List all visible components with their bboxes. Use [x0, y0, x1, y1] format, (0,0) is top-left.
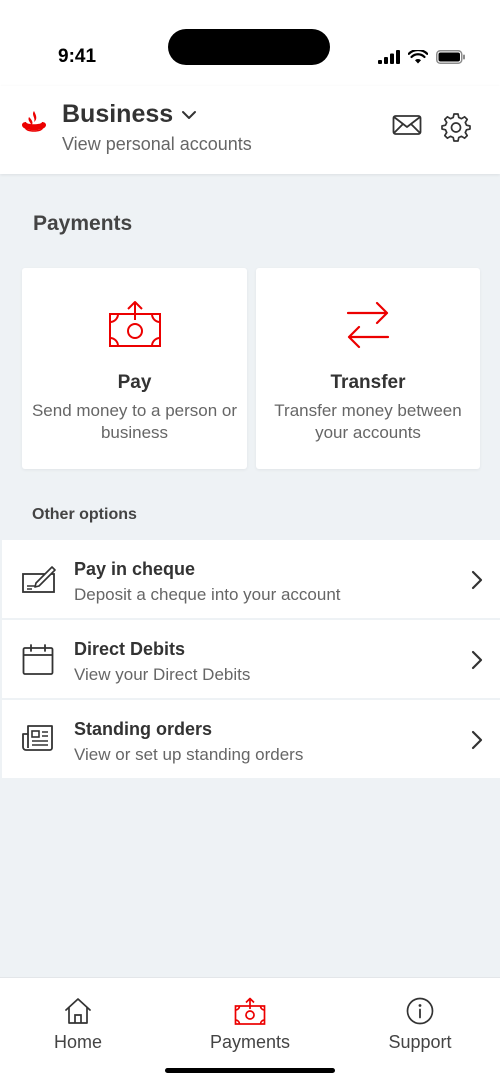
wifi-icon [408, 50, 428, 64]
other-options-title: Other options [32, 506, 137, 523]
transfer-card-title: Transfer [330, 372, 406, 393]
standing-order-icon [22, 724, 54, 757]
chevron-right-icon [471, 650, 483, 675]
status-time: 9:41 [58, 46, 97, 67]
nav-label-payments: Payments [209, 1032, 291, 1052]
nav-label-support: Support [388, 1032, 452, 1052]
transfer-card[interactable]: Transfer Transfer money between your acc… [256, 268, 480, 469]
view-personal-link[interactable]: View personal accounts [62, 134, 252, 155]
other-options-list: Pay in cheque Deposit a cheque into your… [2, 540, 500, 780]
status-icons [378, 50, 466, 64]
home-indicator [165, 1068, 335, 1073]
status-bar: 9:41 [0, 0, 500, 86]
pay-in-cheque-title: Pay in cheque [74, 559, 196, 579]
battery-icon [436, 50, 465, 64]
account-switcher[interactable]: Business [62, 100, 197, 129]
transfer-card-desc: Transfer money between your accounts [274, 401, 462, 442]
standing-orders-desc: View or set up standing orders [74, 745, 304, 764]
info-icon [360, 996, 480, 1026]
direct-debits-title: Direct Debits [74, 639, 186, 659]
payments-section-title: Payments [33, 212, 133, 235]
nav-label-home: Home [53, 1032, 102, 1052]
send-money-icon [22, 300, 247, 348]
signal-icon [378, 50, 400, 64]
nav-item-support[interactable]: Support [360, 996, 480, 1053]
transfer-arrows-icon [256, 300, 480, 350]
chevron-right-icon [471, 730, 483, 755]
flame-logo-icon [20, 110, 48, 141]
home-icon [18, 996, 138, 1026]
list-item-direct-debits[interactable]: Direct Debits View your Direct Debits [2, 620, 500, 700]
nav-item-payments[interactable]: Payments [190, 996, 310, 1053]
app-header: Business View personal accounts [0, 86, 500, 174]
nav-item-home[interactable]: Home [18, 996, 138, 1053]
list-item-standing-orders[interactable]: Standing orders View or set up standing … [2, 700, 500, 780]
calendar-icon [22, 644, 54, 681]
mail-icon[interactable] [392, 114, 422, 141]
gear-icon[interactable] [441, 112, 471, 147]
list-item-pay-in-cheque[interactable]: Pay in cheque Deposit a cheque into your… [2, 540, 500, 620]
dynamic-island [168, 29, 330, 65]
direct-debits-desc: View your Direct Debits [74, 665, 251, 684]
chevron-down-icon [182, 110, 197, 119]
pay-card-desc: Send money to a person or business [31, 401, 238, 442]
cheque-icon [22, 564, 56, 599]
payments-icon [190, 996, 310, 1026]
pay-card[interactable]: Pay Send money to a person or business [22, 268, 247, 469]
pay-card-title: Pay [117, 372, 152, 393]
chevron-right-icon [471, 570, 483, 595]
standing-orders-title: Standing orders [74, 719, 213, 739]
header-title: Business [62, 100, 174, 128]
pay-in-cheque-desc: Deposit a cheque into your account [74, 585, 341, 604]
